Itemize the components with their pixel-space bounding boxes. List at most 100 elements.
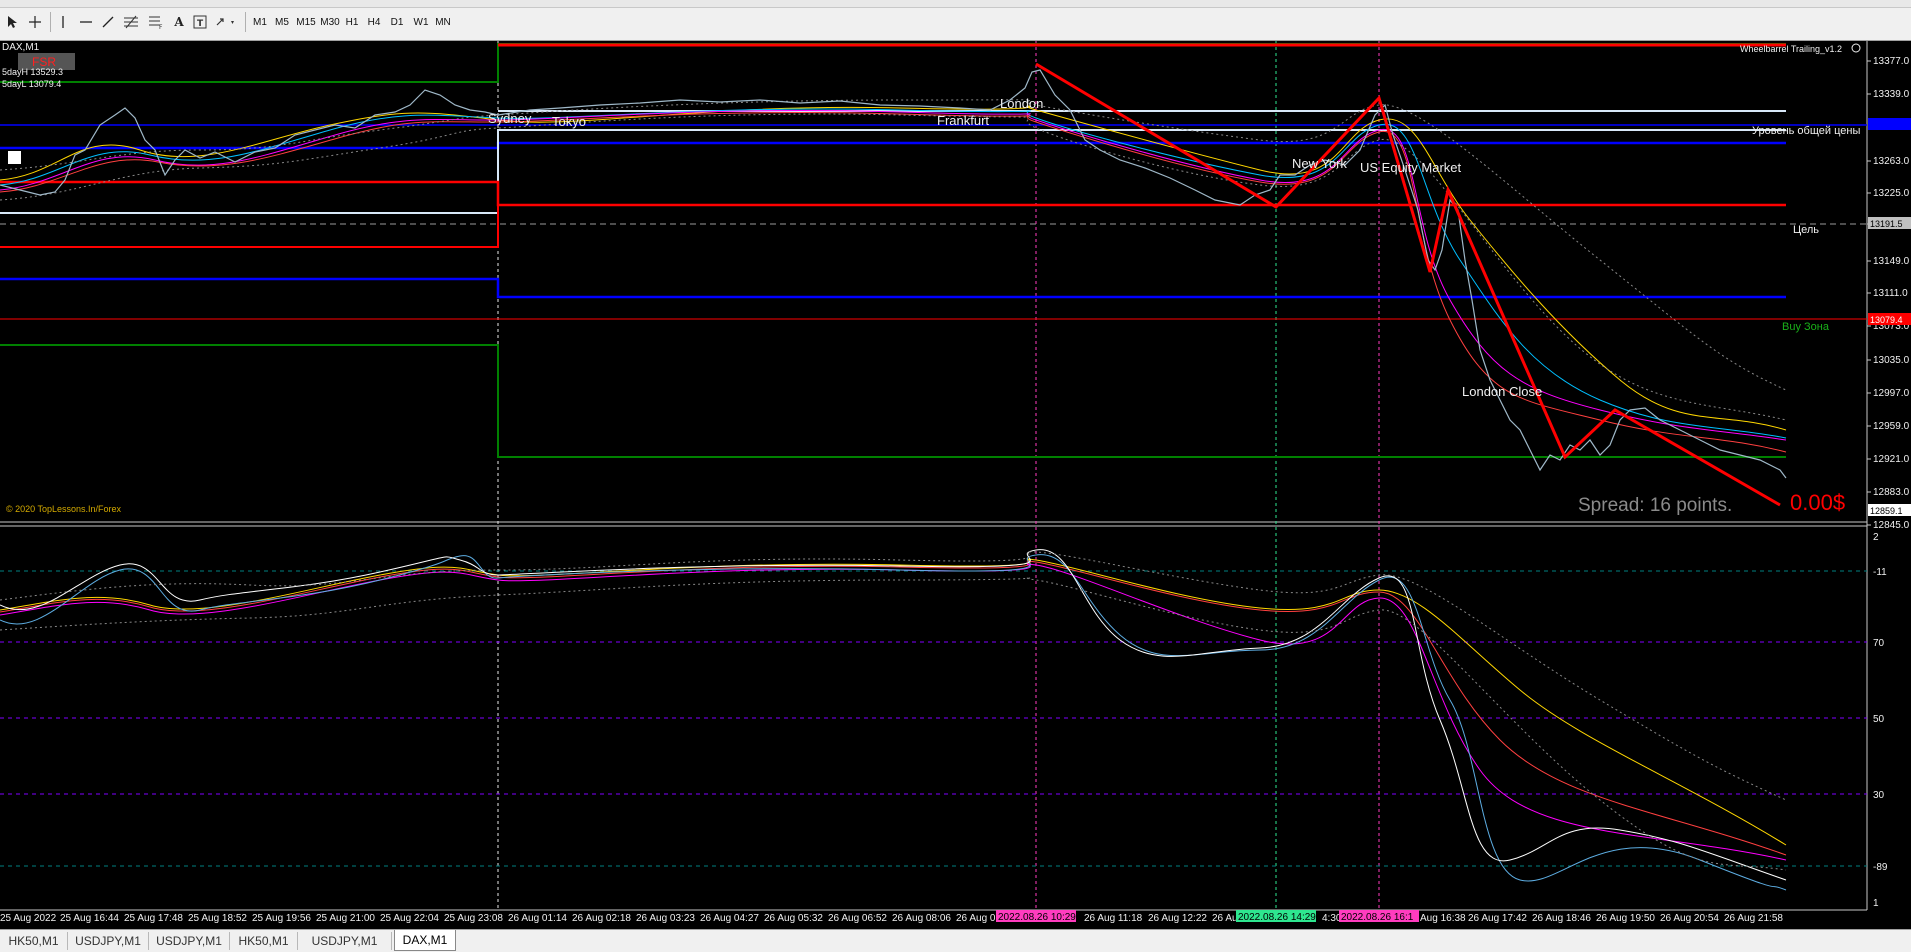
symbol-tabs: HK50,M1 USDJPY,M1 USDJPY,M1 HK50,M1 USDJ… xyxy=(0,929,1911,952)
timeframe-d1[interactable]: D1 xyxy=(386,13,408,31)
tab-usdjpy[interactable]: USDJPY,M1 xyxy=(68,932,149,950)
time-tick-label: 26 Aug 11:18 xyxy=(1084,913,1143,924)
tab-hk50[interactable]: HK50,M1 xyxy=(230,932,298,950)
time-tick-label: 25 Aug 2022 xyxy=(0,913,57,924)
time-tick-label: 26 Aug 12:22 xyxy=(1148,913,1207,924)
session-label-london-close: London Close xyxy=(1462,384,1542,399)
time-tick-label: 26 Au xyxy=(1212,913,1238,924)
vertical-line-tool-icon[interactable] xyxy=(54,12,72,32)
menu-strip xyxy=(0,0,1911,8)
price-tick-label: 13111.0 xyxy=(1873,288,1908,299)
price-box-red-text: 13079.4 xyxy=(1870,315,1903,325)
svg-text:T: T xyxy=(197,19,204,29)
checkbox-square[interactable] xyxy=(8,151,21,164)
time-tick-label: 26 Aug 19:50 xyxy=(1596,913,1655,924)
oscillator-tick-label: -89 xyxy=(1873,862,1888,873)
spread-label: Spread: 16 points. xyxy=(1578,495,1732,516)
time-tick-label: 25 Aug 18:52 xyxy=(188,913,247,924)
profit-label: 0.00$ xyxy=(1790,490,1845,515)
crosshair-tool-icon[interactable] xyxy=(25,12,45,32)
tab-hk50[interactable]: HK50,M1 xyxy=(0,932,68,950)
target-label: Цель xyxy=(1793,224,1819,236)
timeframe-h4[interactable]: H4 xyxy=(364,13,384,31)
oscillator-tick-label: 1 xyxy=(1873,898,1879,909)
time-tick-label: 26 Aug 08:06 xyxy=(892,913,951,924)
fibonacci-tool-icon[interactable] xyxy=(120,12,142,32)
chart-area[interactable]: Sydney Tokyo Frankfurt London New York U… xyxy=(0,41,1911,929)
time-tick-label: 25 Aug 22:04 xyxy=(380,913,439,924)
timeframe-m30[interactable]: M30 xyxy=(318,13,342,31)
timeframe-w1[interactable]: W1 xyxy=(410,13,432,31)
time-marker-1: 2022.08.26 10:29 xyxy=(998,912,1076,923)
text-tool-icon[interactable]: A xyxy=(170,12,188,32)
time-marker-2: 2022.08.26 14:29 xyxy=(1238,912,1316,923)
time-tick-label: 25 Aug 23:08 xyxy=(444,913,503,924)
timeframe-mn[interactable]: MN xyxy=(432,13,454,31)
price-box-current-text: 12859.1 xyxy=(1870,506,1903,516)
session-label-frankfurt: Frankfurt xyxy=(937,113,989,128)
oscillator-tick-label: 30 xyxy=(1873,790,1885,801)
time-tick-label: 25 Aug 21:00 xyxy=(316,913,375,924)
price-tick-label: 12845.0 xyxy=(1873,520,1910,531)
toolbar: F A T M1 M5 M15 M30 H1 H4 D1 W1 MN xyxy=(0,0,1911,41)
timeframe-h1[interactable]: H1 xyxy=(342,13,362,31)
chart-symbol-title: DAX,M1 xyxy=(2,42,40,53)
arrows-dropdown-icon[interactable] xyxy=(213,12,239,32)
timeframe-m5[interactable]: M5 xyxy=(272,13,292,31)
price-tick-label: 12921.0 xyxy=(1873,454,1910,465)
copyright-label: © 2020 TopLessons.In/Forex xyxy=(6,504,122,514)
buy-zone-label: Buy Зона xyxy=(1782,321,1830,333)
oscillator-tick-label: 70 xyxy=(1873,638,1885,649)
channel-tool-icon[interactable]: F xyxy=(145,12,167,32)
text-label-tool-icon[interactable]: T xyxy=(191,12,209,32)
price-tick-label: 12883.0 xyxy=(1873,487,1910,498)
toolbar-separator xyxy=(245,12,246,32)
time-tick-label: 26 Aug 02:18 xyxy=(572,913,631,924)
time-tick-label: 26 Aug 18:46 xyxy=(1532,913,1591,924)
time-tick-label: 26 Aug 0 xyxy=(956,913,996,924)
time-tick-label: 26 Aug 05:32 xyxy=(764,913,823,924)
time-tick-label: 26 Aug 01:14 xyxy=(508,913,567,924)
price-tick-label: 13225.0 xyxy=(1873,188,1910,199)
timeframe-m15[interactable]: M15 xyxy=(294,13,318,31)
session-label-sydney: Sydney xyxy=(488,111,532,126)
time-axis: 25 Aug 2022 25 Aug 16:44 25 Aug 17:48 25 Au… xyxy=(0,913,1783,924)
time-tick-label: 25 Aug 16:44 xyxy=(60,913,119,924)
time-marker-3: 2022.08.26 16:1 xyxy=(1341,912,1414,923)
timeframe-m1[interactable]: M1 xyxy=(250,13,270,31)
svg-text:F: F xyxy=(159,24,163,29)
time-tick-label: 26 Aug 17:42 xyxy=(1468,913,1527,924)
cursor-tool-icon[interactable] xyxy=(3,12,20,32)
price-level-label: Уровень общей цены xyxy=(1752,125,1860,137)
horizontal-line-tool-icon[interactable] xyxy=(76,12,96,32)
tab-usdjpy[interactable]: USDJPY,M1 xyxy=(149,932,230,950)
oscillator-tick-label: 2 xyxy=(1873,532,1879,543)
oscillator-tick-label: 50 xyxy=(1873,714,1885,725)
price-tick-label: 13149.0 xyxy=(1873,256,1910,267)
session-label-us-equity: US Equity Market xyxy=(1360,160,1462,175)
price-tick-label: 12997.0 xyxy=(1873,388,1910,399)
price-tick-label: 12959.0 xyxy=(1873,421,1910,432)
tab-usdjpy[interactable]: USDJPY,M1 xyxy=(298,932,392,950)
day-low-label: 5dayL 13079.4 xyxy=(2,79,61,89)
tab-dax[interactable]: DAX,M1 xyxy=(394,930,456,951)
time-tick-label: Aug 16:38 xyxy=(1420,913,1466,924)
time-tick-label: 26 Aug 04:27 xyxy=(700,913,759,924)
trendline-tool-icon[interactable] xyxy=(98,12,118,32)
price-box-blue xyxy=(1868,118,1911,130)
time-tick-label: 26 Aug 20:54 xyxy=(1660,913,1719,924)
price-tick-label: 13035.0 xyxy=(1873,355,1910,366)
time-tick-label: 26 Aug 21:58 xyxy=(1724,913,1783,924)
price-tick-label: 13377.0 xyxy=(1873,56,1910,67)
time-tick-label: 4:30 xyxy=(1322,913,1342,924)
price-tick-label: 13263.0 xyxy=(1873,156,1910,167)
session-label-tokyo: Tokyo xyxy=(552,114,586,129)
indicator-name-label: Wheelbarrel Trailing_v1.2 xyxy=(1740,44,1842,54)
session-label-london: London xyxy=(1000,96,1043,111)
toolbar-separator xyxy=(50,12,51,32)
price-tick-label: 13339.0 xyxy=(1873,89,1910,100)
oscillator-tick-label: -11 xyxy=(1873,567,1887,578)
time-tick-label: 26 Aug 06:52 xyxy=(828,913,887,924)
session-label-new-york: New York xyxy=(1292,156,1347,171)
price-box-target-text: 13191.5 xyxy=(1870,219,1903,229)
